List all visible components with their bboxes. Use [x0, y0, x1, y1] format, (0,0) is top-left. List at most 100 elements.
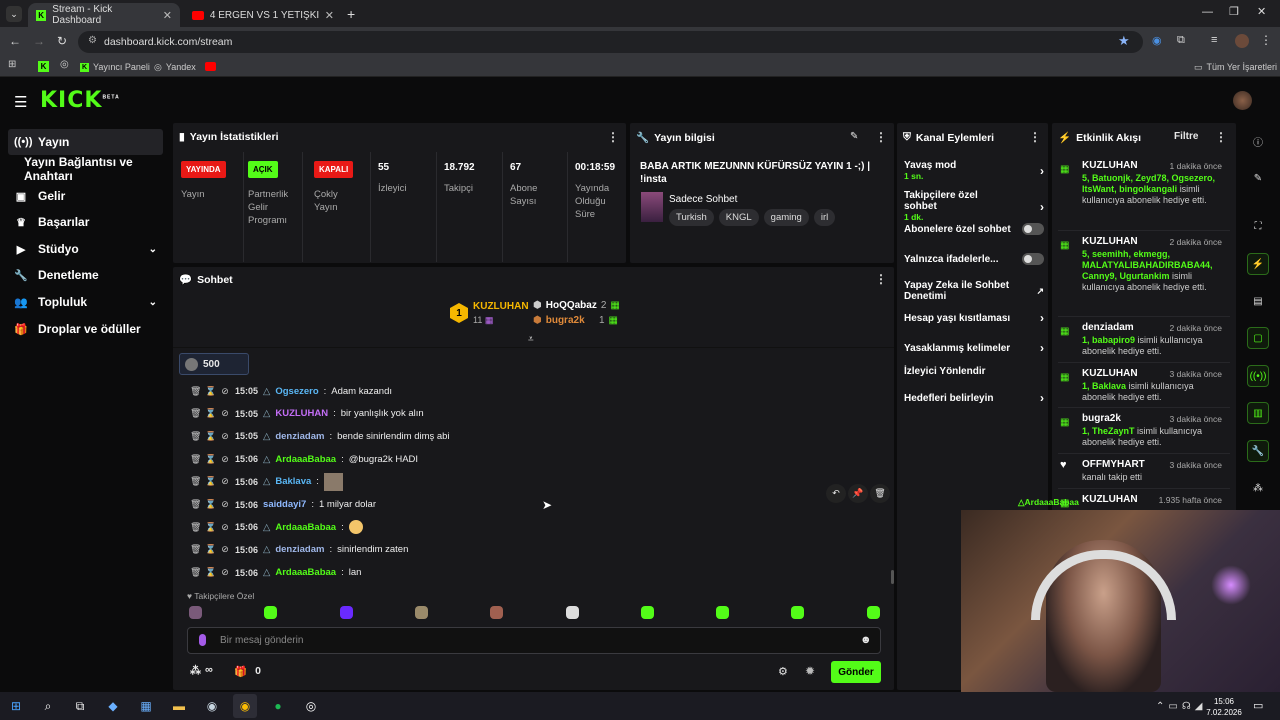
address-bar[interactable]: dashboard.kick.com/stream	[78, 31, 1143, 53]
gift-sub-indicator[interactable]: 🎁 0	[234, 665, 261, 678]
kick-bookmark-icon[interactable]: K	[38, 61, 49, 72]
message-username[interactable]: saiddayi7	[263, 499, 306, 510]
kick-logo[interactable]: KICKBETA	[40, 88, 120, 113]
sidebar-item-basarilar[interactable]: ♛ Başarılar	[8, 209, 163, 235]
send-button[interactable]: Gönder	[831, 661, 881, 683]
ban-icon[interactable]: ⊘	[220, 454, 230, 465]
message-username[interactable]: KUZLUHAN	[275, 408, 328, 419]
ban-icon[interactable]: ⊘	[220, 386, 230, 397]
close-tab-icon[interactable]: ✕	[325, 9, 334, 22]
ban-icon[interactable]: ⊘	[220, 431, 230, 442]
chat-settings-icon[interactable]: ⚙	[778, 665, 788, 678]
collapse-leaderboard-icon[interactable]: ⩡	[528, 334, 534, 345]
emote-button[interactable]	[565, 606, 579, 619]
activity-event[interactable]: ♥ OFFMYHART 3 dakika önce kanalı takip etti	[1060, 459, 1222, 483]
stats-menu-icon[interactable]: ⋮	[607, 130, 619, 144]
emote-button[interactable]	[716, 606, 730, 619]
bookmark-yandex[interactable]: ◎ Yandex	[154, 60, 196, 74]
channel-action-item[interactable]: Yavaş mod 1 sn. ›	[904, 160, 1044, 182]
bookmark-star-icon[interactable]: ★	[1118, 33, 1130, 49]
site-info-icon[interactable]: ⚙	[88, 35, 97, 46]
reply-icon[interactable]: ↶	[826, 484, 846, 503]
chat-scrollbar[interactable]	[891, 570, 894, 584]
clock[interactable]: 15:06 7.02.2026	[1205, 696, 1243, 718]
delete-message-icon[interactable]: 🗑	[190, 522, 201, 533]
message-username[interactable]: ArdaaaBabaa	[275, 454, 336, 465]
channel-action-item[interactable]: Hesap yaşı kısıtlaması ›	[904, 311, 1044, 325]
close-tab-icon[interactable]: ✕	[163, 9, 172, 22]
layout-panel-icon[interactable]: ▥	[1247, 402, 1269, 424]
activity-event[interactable]: ▦ KUZLUHAN 1.935 hafta önce	[1060, 494, 1222, 509]
info-icon[interactable]: ⓘ	[1247, 130, 1269, 152]
sidebar-item-gelir[interactable]: ▣ Gelir	[8, 183, 163, 209]
chat-menu-icon[interactable]: ⋮	[875, 272, 887, 286]
timeout-icon[interactable]: ⌛	[205, 499, 216, 510]
edit-icon[interactable]: ✎	[1247, 167, 1269, 189]
microphone-icon[interactable]	[199, 634, 206, 646]
ban-icon[interactable]: ⊘	[220, 408, 230, 419]
chat-input[interactable]: Bir mesaj gönderin	[187, 627, 881, 654]
windows-start-icon[interactable]: ⊞	[6, 696, 26, 716]
emoji-picker-icon[interactable]: ☻	[860, 634, 872, 646]
more-panels-icon[interactable]: ⁂	[1247, 477, 1269, 499]
toggle-switch[interactable]	[1022, 253, 1044, 265]
close-window-icon[interactable]: ✕	[1257, 5, 1266, 18]
channel-action-item[interactable]: Yapay Zeka ile Sohbet Denetimi ↗	[904, 280, 1044, 302]
delete-icon[interactable]: 🗑	[870, 484, 890, 503]
folder-icon[interactable]: ▬	[169, 696, 189, 716]
extension-icon[interactable]: ◉	[1152, 34, 1162, 47]
emote-button[interactable]	[339, 606, 353, 619]
emote-button[interactable]	[264, 606, 278, 619]
message-username[interactable]: ArdaaaBabaa	[275, 567, 336, 578]
channel-action-item[interactable]: Takipçilere özel sohbet 1 dk. ›	[904, 190, 1044, 223]
timeout-icon[interactable]: ⌛	[205, 454, 216, 465]
new-tab-icon[interactable]: +	[347, 6, 355, 22]
channel-actions-menu-icon[interactable]: ⋮	[1029, 130, 1041, 144]
back-icon[interactable]: ←	[9, 34, 21, 48]
browser-menu-icon[interactable]: ⋮	[1260, 33, 1272, 47]
delete-message-icon[interactable]: 🗑	[190, 499, 201, 510]
tag[interactable]: Turkish	[669, 209, 714, 226]
notification-icon[interactable]: ▭	[1253, 699, 1263, 712]
sidebar-item-yayin-baglantisi[interactable]: Yayın Bağlantısı ve Anahtarı	[8, 155, 170, 183]
chat-message[interactable]: 🗑 ⌛ ⊘ 15:05 △ KUZLUHAN: bir yanlışlık yok alın	[190, 405, 424, 423]
emote-button[interactable]	[490, 606, 504, 619]
message-username[interactable]: Ogsezero	[275, 386, 318, 397]
tag[interactable]: KNGL	[718, 209, 759, 226]
gifter-name[interactable]: HoQQabaz	[546, 300, 597, 311]
channel-action-item[interactable]: Yasaklanmış kelimeler ›	[904, 341, 1044, 355]
all-bookmarks[interactable]: ▭ Tüm Yer İşaretleri	[1194, 60, 1277, 74]
emote-button[interactable]	[791, 606, 805, 619]
store-icon[interactable]: ▦	[136, 696, 156, 716]
mod-panel-icon[interactable]: 🔧	[1247, 440, 1269, 462]
timeout-icon[interactable]: ⌛	[205, 522, 216, 533]
extensions-icon[interactable]: ⧉	[1177, 34, 1185, 47]
ban-icon[interactable]: ⊘	[220, 544, 230, 555]
chat-message[interactable]: 🗑 ⌛ ⊘ 15:06 △ Baklava:	[190, 472, 343, 491]
activity-event[interactable]: ▦ bugra2k 3 dakika önce 1, TheZaynT isimli …	[1060, 413, 1222, 448]
toggle-switch[interactable]	[1022, 223, 1044, 235]
timeout-icon[interactable]: ⌛	[205, 408, 216, 419]
channel-action-item[interactable]: Hedefleri belirleyin ›	[904, 391, 1044, 405]
chrome-icon[interactable]: ◉	[233, 694, 257, 718]
user-avatar[interactable]	[1233, 91, 1252, 110]
tag[interactable]: irl	[813, 209, 836, 226]
chat-message[interactable]: 🗑 ⌛ ⊘ 15:05 △ Ogsezero: Adam kazandı	[190, 382, 392, 400]
chat-message[interactable]: 🗑 ⌛ ⊘ 15:06 △ denziadam: sinirlendim zaten	[190, 541, 408, 559]
app-icon[interactable]: ◆	[103, 696, 123, 716]
broadcast-panel-icon[interactable]: ((•))	[1247, 365, 1269, 387]
sidebar-item-denetleme[interactable]: 🔧 Denetleme	[8, 262, 163, 288]
chat-message[interactable]: 🗑 ⌛ ⊘ 15:06 △ ArdaaaBabaa: @bugra2k HADI	[190, 450, 418, 468]
goal-pill[interactable]: 500	[179, 353, 249, 375]
pin-icon[interactable]: 📌	[848, 484, 868, 503]
channel-action-item[interactable]: Abonelere özel sohbet	[904, 223, 1044, 235]
tab-kick-dashboard[interactable]: K Stream - Kick Dashboard ✕	[28, 3, 180, 27]
chat-message[interactable]: 🗑 ⌛ ⊘ 15:06 △ ArdaaaBabaa:	[190, 518, 363, 536]
youtube-bookmark-icon[interactable]	[205, 62, 216, 71]
notes-icon[interactable]: ▤	[1247, 290, 1269, 312]
activity-event[interactable]: ▦ denziadam 2 dakika önce 1, babapiro9 isim…	[1060, 322, 1222, 357]
timeout-icon[interactable]: ⌛	[205, 476, 216, 487]
delete-message-icon[interactable]: 🗑	[190, 544, 201, 555]
media-icon[interactable]: ≡	[1211, 34, 1217, 46]
activity-menu-icon[interactable]: ⋮	[1215, 130, 1227, 144]
